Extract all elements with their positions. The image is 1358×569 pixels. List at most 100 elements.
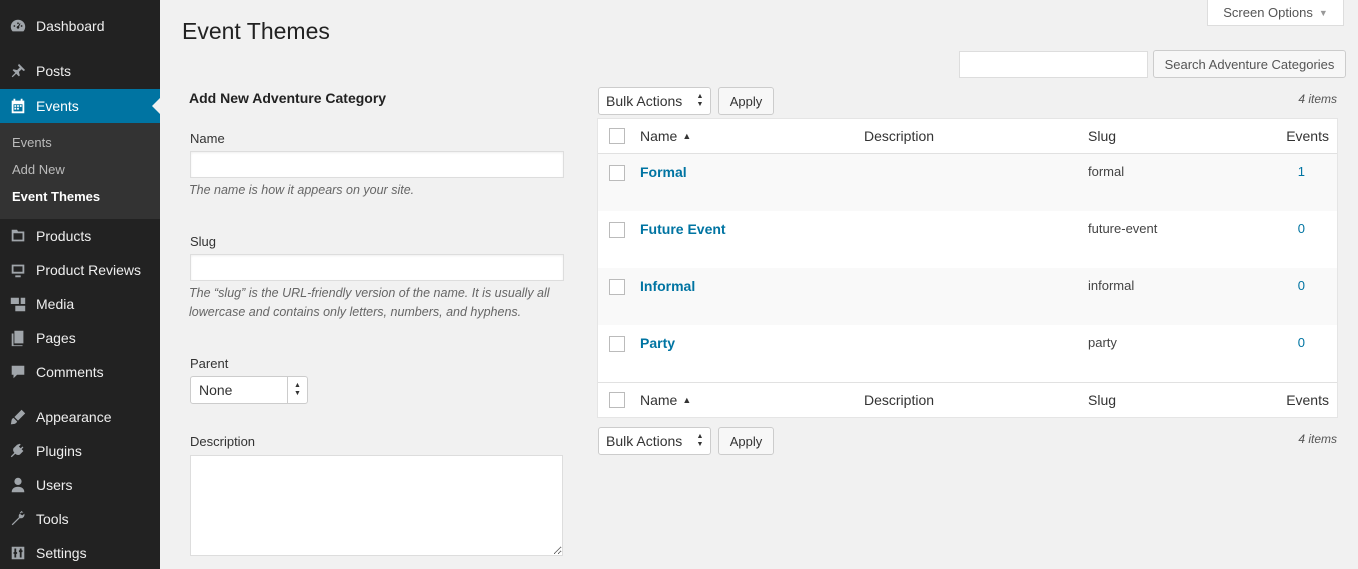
table-row: Future Event future-event 0 (598, 211, 1337, 268)
select-all-checkbox[interactable] (609, 128, 625, 144)
calendar-icon (0, 97, 36, 115)
menu-posts[interactable]: Posts (0, 54, 160, 88)
row-count-link[interactable]: 0 (1298, 278, 1305, 293)
menu-label: Posts (36, 63, 72, 79)
column-events-footer[interactable]: Events (1286, 392, 1329, 408)
parent-label: Parent (190, 356, 229, 371)
description-textarea[interactable] (190, 455, 563, 556)
row-count-link[interactable]: 0 (1298, 221, 1305, 236)
bulk-actions-select-top[interactable]: Bulk Actions ▲ ▼ (598, 87, 711, 115)
sort-up-icon: ▲ (682, 395, 692, 405)
menu-label: Comments (36, 364, 104, 380)
dashboard-icon (0, 17, 36, 35)
menu-dashboard[interactable]: Dashboard (0, 9, 160, 43)
row-name-link[interactable]: Formal (640, 164, 687, 180)
name-help: The name is how it appears on your site. (189, 183, 415, 197)
plug-icon (0, 442, 36, 460)
pin-icon (0, 62, 36, 80)
media-icon (0, 295, 36, 313)
menu-products[interactable]: Products (0, 219, 160, 253)
parent-select-value: None (199, 382, 233, 398)
menu-pages[interactable]: Pages (0, 321, 160, 355)
row-checkbox[interactable] (609, 279, 625, 295)
row-name-link[interactable]: Future Event (640, 221, 726, 237)
row-checkbox[interactable] (609, 222, 625, 238)
comment-icon (0, 363, 36, 381)
table-footer: Name ▲ Description Slug Events (598, 382, 1337, 417)
slug-label: Slug (190, 234, 217, 249)
menu-product-reviews[interactable]: Product Reviews (0, 253, 160, 287)
menu-label: Plugins (36, 443, 82, 459)
screen-options-button[interactable]: Screen Options ▼ (1207, 0, 1344, 26)
menu-tools[interactable]: Tools (0, 502, 160, 536)
submenu-event-themes[interactable]: Event Themes (12, 189, 100, 204)
name-input[interactable] (190, 151, 564, 178)
row-slug: informal (1088, 278, 1135, 293)
description-label: Description (190, 434, 256, 449)
menu-media[interactable]: Media (0, 287, 160, 321)
row-checkbox[interactable] (609, 336, 625, 352)
products-icon (0, 227, 36, 245)
page-title: Event Themes (182, 18, 330, 44)
categories-table: Name ▲ Description Slug Events Formal for… (597, 118, 1338, 418)
row-slug: future-event (1088, 221, 1158, 236)
select-all-checkbox-bottom[interactable] (609, 392, 625, 408)
bulk-actions-select-bottom[interactable]: Bulk Actions ▲ ▼ (598, 427, 711, 455)
items-count-top: 4 items (1298, 92, 1337, 106)
menu-plugins[interactable]: Plugins (0, 434, 160, 468)
menu-label: Appearance (36, 409, 112, 425)
menu-label: Products (36, 228, 92, 244)
select-arrows-icon: ▲ ▼ (696, 433, 704, 448)
column-events-header[interactable]: Events (1286, 128, 1329, 144)
menu-label: Product Reviews (36, 262, 142, 278)
form-heading: Add New Adventure Category (189, 90, 387, 106)
settings-icon (0, 544, 36, 562)
user-icon (0, 476, 36, 494)
menu-label: Users (36, 477, 73, 493)
bulk-actions-label: Bulk Actions (606, 433, 683, 449)
apply-button-top[interactable]: Apply (718, 87, 774, 115)
row-count-link[interactable]: 1 (1298, 164, 1305, 179)
slug-input[interactable] (190, 254, 564, 281)
table-row: Formal formal 1 (598, 154, 1337, 211)
wrench-icon (0, 510, 36, 528)
admin-sidebar: Dashboard Posts Events Events Add New Ev… (0, 0, 160, 569)
menu-label: Pages (36, 330, 76, 346)
slug-help: The “slug” is the URL-friendly version o… (189, 286, 550, 319)
search-input[interactable] (959, 51, 1148, 78)
menu-appearance[interactable]: Appearance (0, 400, 160, 434)
menu-settings[interactable]: Settings (0, 536, 160, 569)
search-categories-button[interactable]: Search Adventure Categories (1153, 50, 1346, 78)
select-arrows-icon: ▲ ▼ (287, 377, 307, 403)
row-slug: party (1088, 335, 1117, 350)
sort-up-icon: ▲ (682, 131, 692, 141)
menu-label: Settings (36, 545, 87, 561)
select-arrows-icon: ▲ ▼ (696, 93, 704, 108)
row-count-link[interactable]: 0 (1298, 335, 1305, 350)
parent-select[interactable]: None ▲ ▼ (190, 376, 308, 404)
row-slug: formal (1088, 164, 1125, 179)
menu-label: Tools (36, 511, 69, 527)
submenu-events[interactable]: Events (12, 135, 52, 150)
apply-button-bottom[interactable]: Apply (718, 427, 774, 455)
pages-icon (0, 329, 36, 347)
row-checkbox[interactable] (609, 165, 625, 181)
caret-down-icon: ▼ (1318, 7, 1328, 18)
column-description-header: Description (864, 128, 935, 144)
name-label: Name (190, 131, 225, 146)
menu-label: Events (36, 98, 79, 114)
row-name-link[interactable]: Party (640, 335, 675, 351)
submenu-add-new[interactable]: Add New (12, 162, 65, 177)
column-slug-footer[interactable]: Slug (1088, 392, 1116, 408)
menu-events[interactable]: Events (0, 89, 160, 123)
menu-users[interactable]: Users (0, 468, 160, 502)
items-count-bottom: 4 items (1298, 432, 1337, 446)
reviews-icon (0, 261, 36, 279)
menu-comments[interactable]: Comments (0, 355, 160, 389)
column-slug-header[interactable]: Slug (1088, 128, 1116, 144)
column-name-footer[interactable]: Name ▲ (640, 392, 691, 408)
brush-icon (0, 408, 36, 426)
row-name-link[interactable]: Informal (640, 278, 695, 294)
column-description-footer: Description (864, 392, 935, 408)
column-name-header[interactable]: Name ▲ (640, 128, 691, 144)
